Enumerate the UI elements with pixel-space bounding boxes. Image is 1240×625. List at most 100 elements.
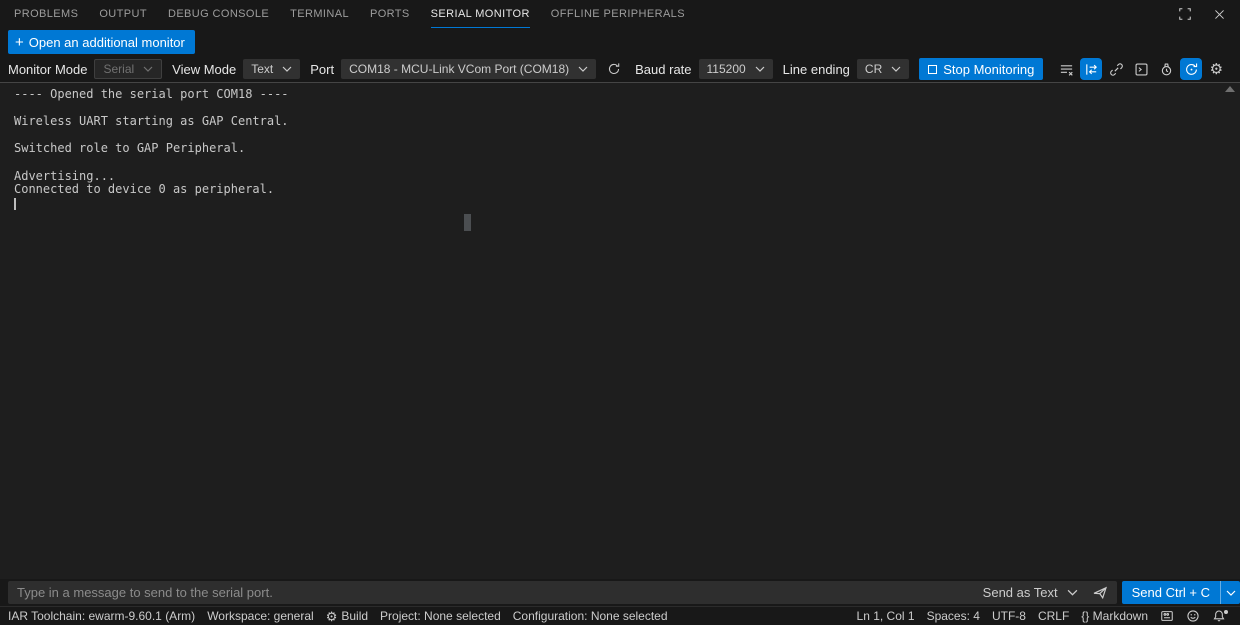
panel-tab-label: PORTS	[370, 8, 410, 20]
port-value: COM18 - MCU-Link VCom Port (COM18)	[349, 62, 569, 76]
status-item-label: Build	[341, 609, 368, 623]
feedback-button[interactable]	[1180, 607, 1206, 625]
status-bar: IAR Toolchain: ewarm-9.60.1 (Arm) Worksp…	[0, 606, 1240, 625]
serial-output-line: Wireless UART starting as GAP Central.	[14, 115, 1240, 129]
open-additional-monitor-label: Open an additional monitor	[29, 35, 185, 50]
panel-tab[interactable]: DEBUG CONSOLE	[168, 0, 269, 28]
status-item[interactable]: UTF-8	[986, 607, 1032, 625]
panel-tab-label: DEBUG CONSOLE	[168, 8, 269, 20]
autoscroll-toggle-button[interactable]	[1080, 58, 1102, 80]
panel-actions	[1174, 0, 1230, 28]
clear-output-button[interactable]	[1055, 58, 1077, 80]
hex-link-button[interactable]	[1105, 58, 1127, 80]
terminal-icon	[1134, 62, 1149, 77]
scroll-up-indicator[interactable]	[1225, 86, 1235, 92]
status-item[interactable]: Workspace: general	[201, 607, 320, 625]
status-item-icon: ⚙	[326, 610, 338, 623]
status-item-label: Spaces: 4	[927, 609, 980, 623]
chevron-down-icon	[282, 66, 292, 72]
close-panel-button[interactable]	[1208, 3, 1230, 25]
timestamp-toggle-button[interactable]	[1155, 58, 1177, 80]
panel-tab[interactable]: PORTS	[370, 0, 410, 28]
chevron-down-icon	[755, 66, 765, 72]
message-input-row: Send as Text Send Ctrl + C	[0, 579, 1240, 606]
status-item[interactable]: Project: None selected	[374, 607, 507, 625]
chevron-down-icon	[143, 66, 153, 72]
chevron-down-icon	[891, 66, 901, 72]
send-options-chevron[interactable]	[1220, 581, 1240, 604]
panel-tab[interactable]: TERMINAL	[290, 0, 349, 28]
refresh-ports-button[interactable]	[603, 58, 625, 80]
settings-button[interactable]: ⚙	[1205, 58, 1227, 80]
serial-output-line: ---- Opened the serial port COM18 ----	[14, 88, 1240, 102]
serial-output-area[interactable]: ---- Opened the serial port COM18 ---- W…	[0, 83, 1240, 579]
terminal-cursor	[14, 198, 16, 210]
device-status-button[interactable]	[1154, 607, 1180, 625]
notifications-button[interactable]	[1206, 607, 1232, 625]
smiley-icon	[1186, 609, 1200, 623]
refresh-icon	[607, 62, 621, 76]
view-mode-dropdown[interactable]: Text	[243, 59, 300, 79]
send-mode-label: Send as Text	[983, 585, 1058, 600]
status-bar-right: Ln 1, Col 1 Spaces: 4 UTF-8 CRLF	[851, 607, 1232, 625]
notification-badge	[1224, 610, 1228, 614]
link-icon	[1109, 62, 1124, 77]
status-right-items: Ln 1, Col 1 Spaces: 4 UTF-8 CRLF	[851, 607, 1154, 625]
send-ctrl-c-button[interactable]: Send Ctrl + C	[1122, 581, 1240, 604]
panel-tab[interactable]: PROBLEMS	[14, 0, 78, 28]
status-item[interactable]: Spaces: 4	[921, 607, 986, 625]
line-ending-label: Line ending	[783, 62, 850, 77]
panel-tabs: PROBLEMS OUTPUT DEBUG CONSOLE TERMINAL P…	[14, 0, 1174, 28]
open-in-terminal-button[interactable]	[1130, 58, 1152, 80]
status-item[interactable]: Ln 1, Col 1	[851, 607, 921, 625]
status-item[interactable]: ⚙ Build	[320, 607, 374, 625]
status-item[interactable]: {} Markdown	[1075, 607, 1154, 625]
status-item-label: CRLF	[1038, 609, 1069, 623]
status-item[interactable]: CRLF	[1032, 607, 1075, 625]
open-additional-monitor-button[interactable]: + Open an additional monitor	[8, 30, 195, 54]
scrollbar-thumb[interactable]	[464, 214, 471, 231]
status-item-label: UTF-8	[992, 609, 1026, 623]
stop-monitoring-label: Stop Monitoring	[943, 62, 1034, 77]
gear-icon: ⚙	[1210, 62, 1223, 77]
screen-full-icon	[1178, 7, 1192, 21]
maximize-panel-button[interactable]	[1174, 3, 1196, 25]
send-message-button[interactable]	[1092, 585, 1108, 601]
monitor-mode-dropdown: Serial	[94, 59, 162, 79]
status-item[interactable]: Configuration: None selected	[507, 607, 674, 625]
view-mode-value: Text	[251, 62, 273, 76]
status-item-label: Configuration: None selected	[513, 609, 668, 623]
message-input[interactable]	[17, 585, 971, 600]
status-item[interactable]: IAR Toolchain: ewarm-9.60.1 (Arm)	[2, 607, 201, 625]
baud-rate-dropdown[interactable]: 115200	[699, 59, 773, 79]
panel-tab[interactable]: OFFLINE PERIPHERALS	[551, 0, 685, 28]
stop-monitoring-button[interactable]: Stop Monitoring	[919, 58, 1043, 80]
line-ending-value: CR	[865, 62, 882, 76]
device-grid-icon	[1160, 609, 1174, 623]
view-mode-label: View Mode	[172, 62, 236, 77]
chevron-down-icon	[578, 66, 588, 72]
serial-output-lines: ---- Opened the serial port COM18 ---- W…	[14, 88, 1240, 197]
port-dropdown[interactable]: COM18 - MCU-Link VCom Port (COM18)	[341, 59, 596, 79]
panel-tab-label: TERMINAL	[290, 8, 349, 20]
status-bar-left: IAR Toolchain: ewarm-9.60.1 (Arm) Worksp…	[2, 607, 674, 625]
status-item-label: Project: None selected	[380, 609, 501, 623]
panel-tab-label: OFFLINE PERIPHERALS	[551, 8, 685, 20]
serial-output-line	[14, 156, 1240, 170]
status-item-label: IAR Toolchain: ewarm-9.60.1 (Arm)	[8, 609, 195, 623]
reconnect-toggle-button[interactable]	[1180, 58, 1202, 80]
send-mode-dropdown[interactable]: Send as Text	[983, 585, 1078, 600]
status-item-label: {} Markdown	[1081, 609, 1148, 623]
close-icon	[1213, 8, 1226, 21]
panel-tab[interactable]: OUTPUT	[99, 0, 147, 28]
line-ending-dropdown[interactable]: CR	[857, 59, 909, 79]
chevron-down-icon	[1067, 589, 1078, 596]
status-item-label: Workspace: general	[207, 609, 314, 623]
chevron-down-icon	[1226, 590, 1236, 596]
monitor-button-row: + Open an additional monitor	[0, 28, 1240, 56]
serial-output-line	[14, 102, 1240, 116]
clear-output-icon	[1059, 62, 1074, 77]
message-field: Send as Text	[8, 581, 1117, 604]
panel-tab[interactable]: SERIAL MONITOR	[431, 0, 530, 28]
serial-output-line: Advertising...	[14, 170, 1240, 184]
